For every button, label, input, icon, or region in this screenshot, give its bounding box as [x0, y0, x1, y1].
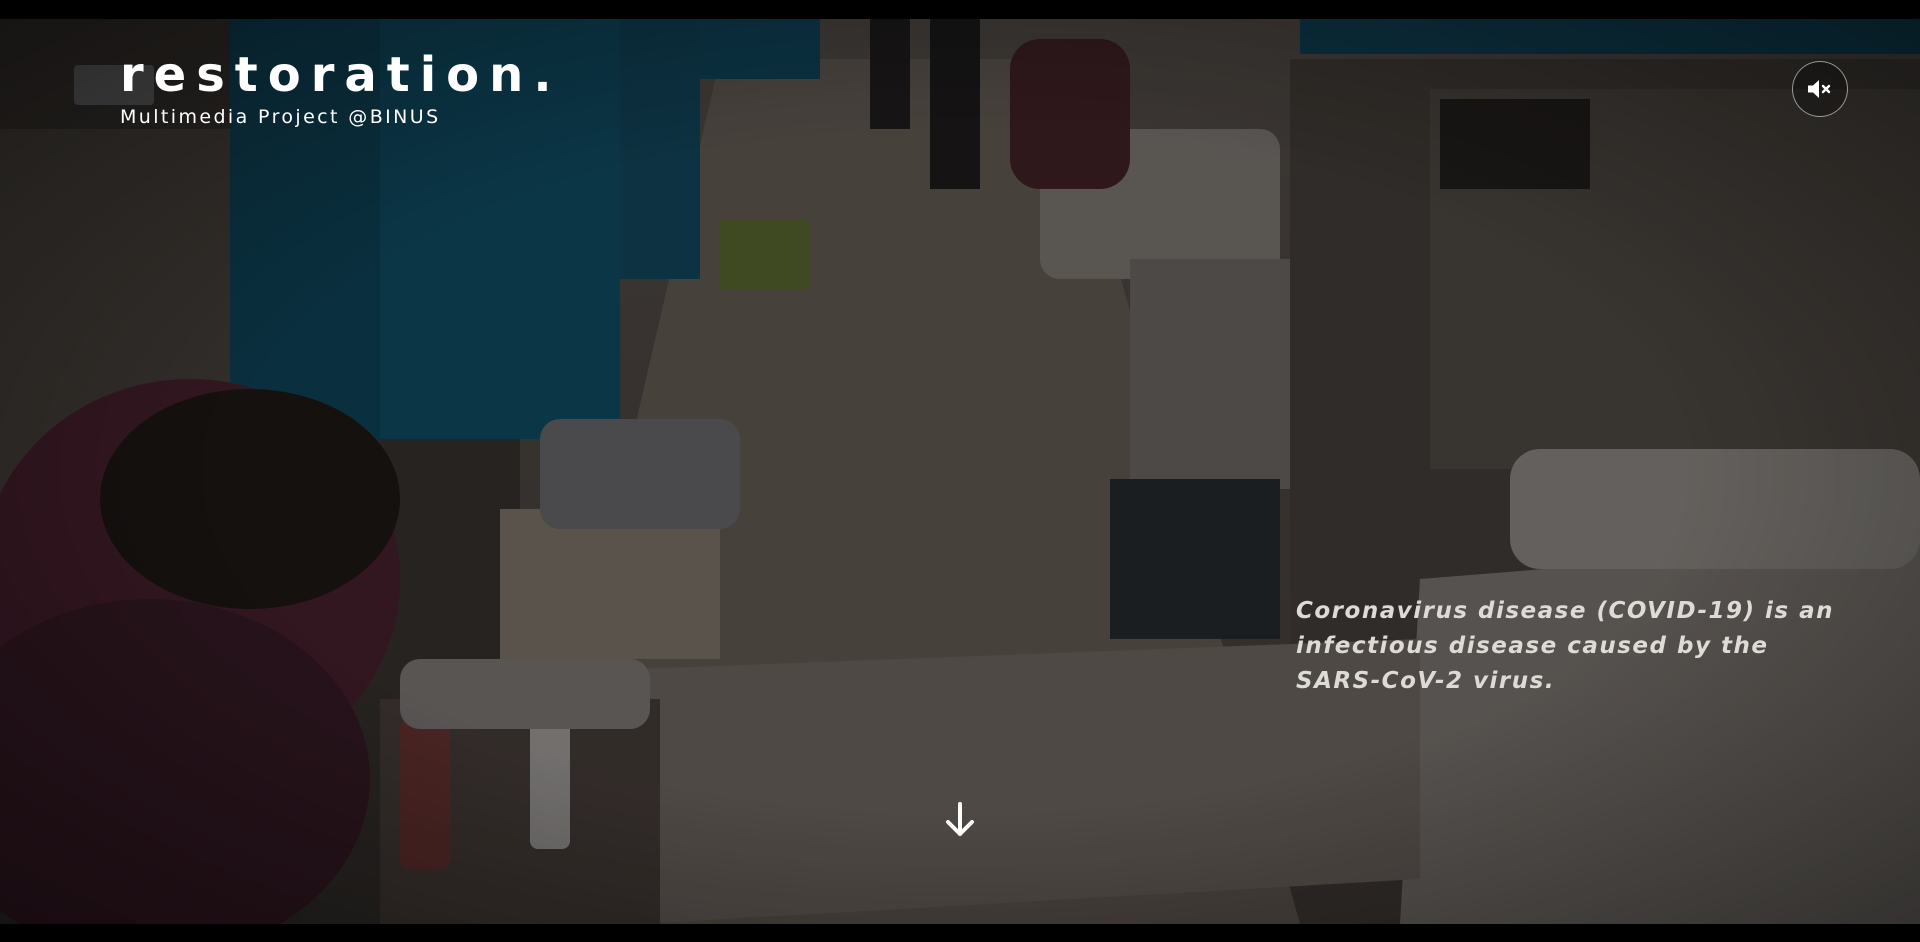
arrow-down-icon	[946, 802, 974, 836]
site-brand[interactable]: restoration. Multimedia Project @BINUS	[120, 46, 562, 130]
hero-caption: Coronavirus disease (COVID-19) is an inf…	[1296, 598, 1835, 694]
volume-muted-icon	[1808, 80, 1831, 98]
scroll-down-button[interactable]	[940, 798, 980, 842]
background-video	[0, 19, 1920, 924]
video-overlay	[0, 19, 1920, 924]
mute-toggle-button[interactable]	[1792, 61, 1848, 117]
site-subtitle: Multimedia Project @BINUS	[120, 106, 441, 128]
hero-section: restoration. Multimedia Project @BINUS C…	[0, 0, 1920, 942]
site-title[interactable]: restoration.	[120, 46, 562, 104]
